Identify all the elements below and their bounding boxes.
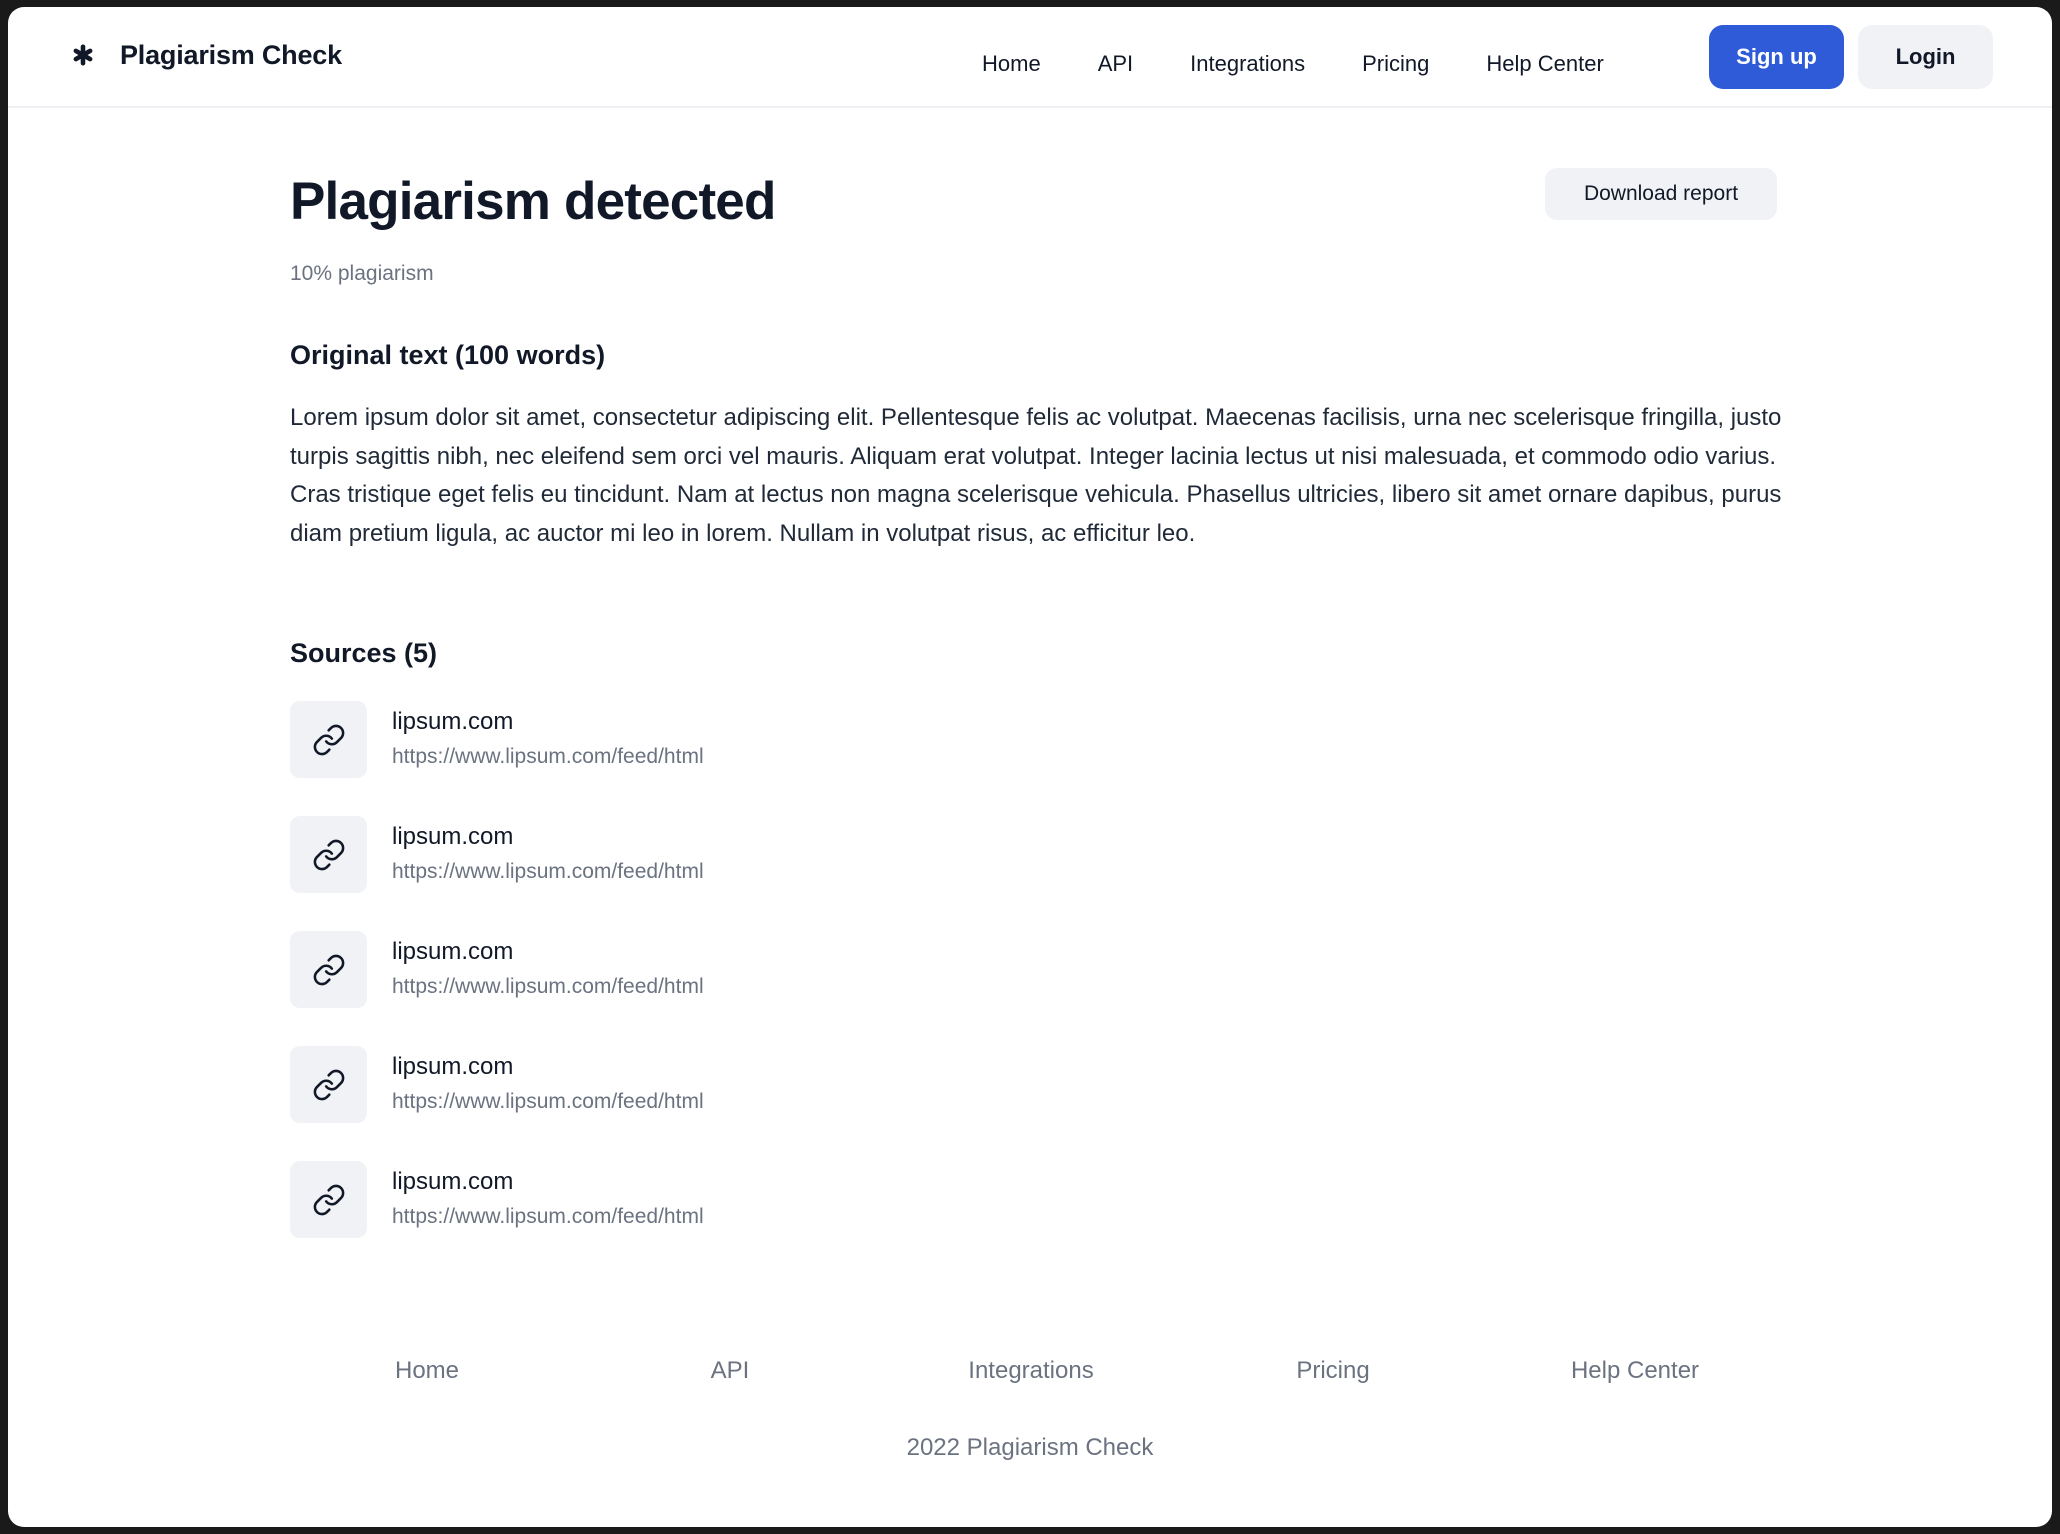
sources-heading: Sources (5) bbox=[290, 638, 438, 668]
footer-link-pricing[interactable]: Pricing bbox=[1296, 1357, 1369, 1385]
original-text: Lorem ipsum dolor sit amet, consectetur … bbox=[290, 404, 1782, 547]
link-icon bbox=[290, 816, 367, 893]
browser-window: Plagiarism Check Home API Integrations P… bbox=[8, 7, 2052, 1527]
plagiarism-percent: 10% plagiarism bbox=[290, 262, 434, 285]
original-text-heading: Original text (100 words) bbox=[290, 340, 606, 370]
source-url[interactable]: https://www.lipsum.com/feed/html bbox=[392, 1088, 704, 1116]
page-title: Plagiarism detected bbox=[290, 172, 776, 231]
link-icon bbox=[290, 1161, 367, 1238]
footer-link-integrations[interactable]: Integrations bbox=[968, 1357, 1093, 1385]
nav-api[interactable]: API bbox=[1098, 51, 1133, 77]
link-icon bbox=[290, 701, 367, 778]
main-nav: Home API Integrations Pricing Help Cente… bbox=[982, 32, 1604, 96]
footer-nav: Home API Integrations Pricing Help Cente… bbox=[8, 1357, 2052, 1389]
login-button[interactable]: Login bbox=[1858, 25, 1993, 89]
brand-name: Plagiarism Check bbox=[120, 39, 342, 70]
site-header: Plagiarism Check Home API Integrations P… bbox=[8, 7, 2052, 108]
source-name[interactable]: lipsum.com bbox=[392, 937, 513, 967]
link-icon bbox=[290, 931, 367, 1008]
source-url[interactable]: https://www.lipsum.com/feed/html bbox=[392, 858, 704, 886]
brand[interactable]: Plagiarism Check bbox=[72, 36, 342, 74]
download-report-button[interactable]: Download report bbox=[1545, 168, 1777, 220]
source-url[interactable]: https://www.lipsum.com/feed/html bbox=[392, 1203, 704, 1231]
nav-integrations[interactable]: Integrations bbox=[1190, 51, 1305, 77]
copyright: 2022 Plagiarism Check bbox=[906, 1434, 1154, 1461]
source-name[interactable]: lipsum.com bbox=[392, 1167, 513, 1197]
link-icon bbox=[290, 1046, 367, 1123]
source-name[interactable]: lipsum.com bbox=[392, 1052, 513, 1082]
footer-link-help-center[interactable]: Help Center bbox=[1571, 1357, 1699, 1385]
asterisk-icon bbox=[73, 44, 93, 66]
signup-button[interactable]: Sign up bbox=[1709, 25, 1844, 89]
source-name[interactable]: lipsum.com bbox=[392, 822, 513, 852]
footer-link-api[interactable]: API bbox=[711, 1357, 750, 1385]
nav-pricing[interactable]: Pricing bbox=[1362, 51, 1429, 77]
nav-home[interactable]: Home bbox=[982, 51, 1041, 77]
nav-help-center[interactable]: Help Center bbox=[1486, 51, 1603, 77]
source-url[interactable]: https://www.lipsum.com/feed/html bbox=[392, 973, 704, 1001]
source-name[interactable]: lipsum.com bbox=[392, 707, 513, 737]
footer-link-home[interactable]: Home bbox=[395, 1357, 459, 1385]
source-url[interactable]: https://www.lipsum.com/feed/html bbox=[392, 743, 704, 771]
